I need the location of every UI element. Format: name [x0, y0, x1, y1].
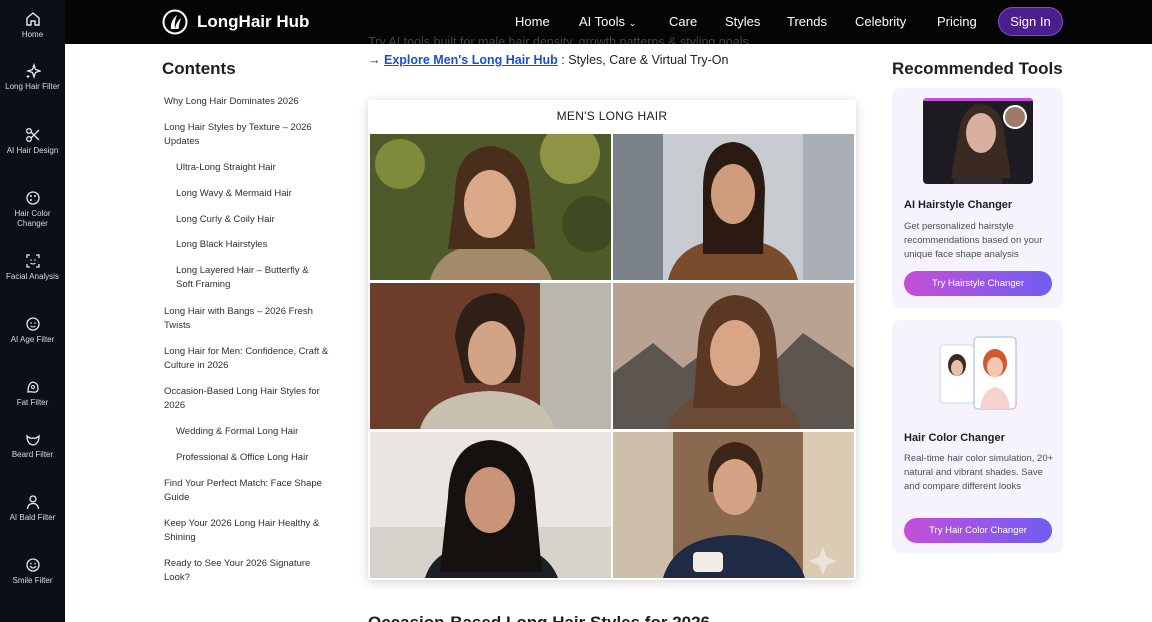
- toc-link[interactable]: Long Hair for Men: Confidence, Craft & C…: [164, 345, 329, 373]
- sidebar-item-label: Facial Analysis: [6, 272, 59, 281]
- sidebar-item-label: Fat Filter: [16, 398, 49, 407]
- try-hairstyle-changer-button[interactable]: Try Hairstyle Changer: [904, 271, 1052, 296]
- toc-link[interactable]: Why Long Hair Dominates 2026: [164, 95, 329, 109]
- sidebar-item-fat-filter[interactable]: Fat Filter: [0, 379, 65, 408]
- sidebar-item-label: Long Hair Filter: [5, 82, 60, 91]
- photo-man-suit-coffee: [613, 432, 854, 578]
- arrow-icon: →: [368, 53, 381, 67]
- toc-link[interactable]: Ready to See Your 2026 Signature Look?: [164, 557, 329, 585]
- sidebar-item-label: Hair Color Changer: [14, 209, 51, 228]
- sidebar-item-home[interactable]: Home: [0, 11, 65, 40]
- sidebar-item-facial-analysis[interactable]: Facial Analysis: [0, 253, 65, 282]
- photo-long-straight-man-city: [613, 134, 854, 280]
- tool-card-hairstyle-changer: AI Hairstyle Changer Get personalized ha…: [892, 88, 1063, 308]
- link-suffix: : Styles, Care & Virtual Try-On: [561, 53, 729, 67]
- toc-sublink[interactable]: Long Black Hairstyles: [176, 238, 326, 252]
- chevron-down-icon: ⌄: [628, 18, 637, 28]
- nav-ai-tools[interactable]: AI Tools ⌄: [579, 14, 636, 29]
- sidebar-item-ai-hair-design[interactable]: AI Hair Design: [0, 127, 65, 156]
- sidebar-item-label: AI Age Filter: [10, 335, 55, 344]
- try-hair-color-changer-button[interactable]: Try Hair Color Changer: [904, 518, 1052, 543]
- sidebar-item-label: Smile Filter: [12, 576, 53, 585]
- palette-icon: [25, 191, 40, 205]
- tool-name: Hair Color Changer: [904, 432, 1005, 444]
- nav-pricing[interactable]: Pricing: [937, 14, 977, 29]
- home-icon: [25, 12, 40, 26]
- smile-icon: [25, 558, 40, 572]
- mens-long-hair-collage: MEN'S LONG HAIR: [368, 100, 856, 580]
- nav-ai-tools-label: AI Tools: [579, 14, 626, 29]
- toc-sublink[interactable]: Professional & Office Long Hair: [176, 451, 326, 465]
- tool-card-hair-color-changer: Hair Color Changer Real-time hair color …: [892, 320, 1063, 553]
- photo-smiling-man-mountains: [613, 283, 854, 429]
- toc-link[interactable]: Keep Your 2026 Long Hair Healthy & Shini…: [164, 517, 329, 545]
- toc-sublink[interactable]: Long Curly & Coily Hair: [176, 213, 326, 227]
- toc-sublink[interactable]: Wedding & Formal Long Hair: [176, 425, 326, 439]
- hair-color-changer-thumbnail: [936, 335, 1022, 415]
- sidebar-item-label: Home: [21, 30, 44, 39]
- sidebar-item-long-hair-filter[interactable]: Long Hair Filter: [0, 63, 65, 92]
- nav-styles[interactable]: Styles: [725, 14, 760, 29]
- sidebar-item-label: AI Bald Filter: [9, 513, 56, 522]
- sparkle-icon: [25, 63, 41, 79]
- logo-icon: [162, 9, 188, 35]
- sidebar-item-ai-bald-filter[interactable]: AI Bald Filter: [0, 494, 65, 523]
- toc-title: Contents: [162, 59, 236, 78]
- recommended-tools-title: Recommended Tools: [892, 59, 1063, 78]
- sidebar-item-label: AI Hair Design: [6, 146, 59, 155]
- brand-logo-link[interactable]: LongHair Hub: [162, 8, 309, 36]
- toc-sublink[interactable]: Ultra-Long Straight Hair: [176, 161, 326, 175]
- person-icon: [26, 495, 39, 510]
- toc-link[interactable]: Long Hair with Bangs – 2026 Fresh Twists: [164, 305, 329, 333]
- photo-long-wavy-man-outdoors: [370, 134, 611, 280]
- left-sidebar: Home Long Hair Filter AI Hair Design Hai…: [0, 0, 65, 622]
- photo-man-bun-brick-wall: [370, 283, 611, 429]
- sidebar-item-label: Beard Filter: [11, 450, 54, 459]
- nav-care[interactable]: Care: [669, 14, 697, 29]
- toc-sublink[interactable]: Long Layered Hair – Butterfly & Soft Fra…: [176, 264, 326, 292]
- nav-trends[interactable]: Trends: [787, 14, 827, 29]
- article-text-cut: Try AI tools built for male hair density…: [368, 36, 753, 44]
- tool-name: AI Hairstyle Changer: [904, 199, 1013, 211]
- smiley-icon: [25, 317, 40, 331]
- face-scan-icon: [25, 254, 40, 268]
- collage-title: MEN'S LONG HAIR: [556, 109, 668, 123]
- hairstyle-changer-thumbnail: [923, 98, 1033, 184]
- sign-in-button[interactable]: Sign In: [998, 7, 1063, 36]
- next-section-heading: Occasion-Based Long Hair Styles for 2026: [368, 612, 848, 622]
- fat-filter-icon: [26, 381, 39, 393]
- article-link-line: → Explore Men's Long Hair Hub : Styles, …: [368, 53, 728, 67]
- sidebar-item-hair-color-changer[interactable]: Hair Color Changer: [0, 190, 65, 229]
- sidebar-item-smile-filter[interactable]: Smile Filter: [0, 557, 65, 586]
- scissors-icon: [25, 128, 39, 142]
- sidebar-item-ai-age-filter[interactable]: AI Age Filter: [0, 316, 65, 345]
- brand-name: LongHair Hub: [197, 12, 310, 31]
- tool-description: Get personalized hairstyle recommendatio…: [904, 221, 1043, 260]
- toc-link[interactable]: Find Your Perfect Match: Face Shape Guid…: [164, 477, 329, 505]
- mens-long-hair-hub-link[interactable]: Explore Men's Long Hair Hub: [384, 53, 558, 67]
- nav-celebrity[interactable]: Celebrity: [855, 14, 906, 29]
- tool-description: Real-time hair color simulation, 20+ nat…: [904, 453, 1054, 492]
- sidebar-item-beard-filter[interactable]: Beard Filter: [0, 431, 65, 460]
- beard-icon: [25, 434, 40, 446]
- photo-long-black-hair-man: [370, 432, 611, 578]
- toc-sublink[interactable]: Long Wavy & Mermaid Hair: [176, 187, 326, 201]
- nav-home[interactable]: Home: [515, 14, 550, 29]
- toc-link[interactable]: Occasion-Based Long Hair Styles for 2026: [164, 385, 329, 413]
- toc-link[interactable]: Long Hair Styles by Texture – 2026 Updat…: [164, 121, 329, 149]
